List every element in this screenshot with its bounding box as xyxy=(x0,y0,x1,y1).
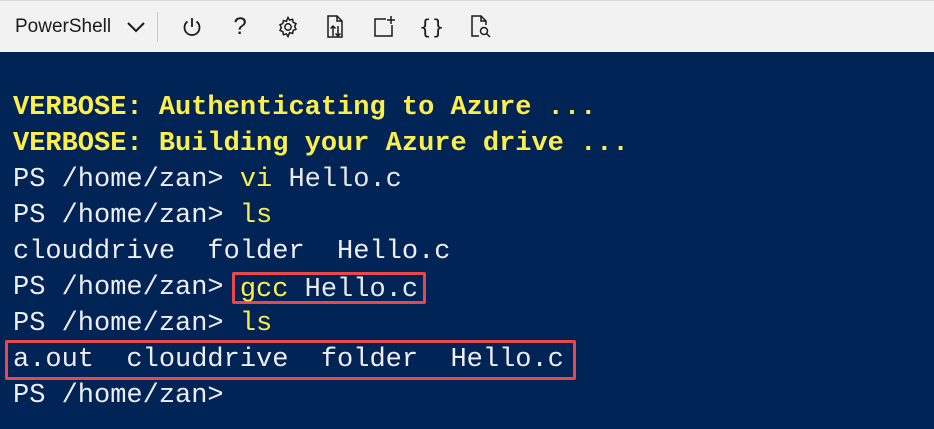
help-button[interactable]: ? xyxy=(216,5,264,49)
web-preview-button[interactable] xyxy=(456,5,504,49)
chevron-down-icon xyxy=(125,16,147,38)
toolbar-separator xyxy=(157,11,159,42)
command-name: vi xyxy=(239,165,273,195)
web-preview-icon xyxy=(468,14,492,40)
new-session-button[interactable] xyxy=(360,5,408,49)
output-line: a.out clouddrive folder Hello.c xyxy=(5,340,934,380)
verbose-line: VERBOSE: Building your Azure drive ... xyxy=(13,129,629,159)
settings-button[interactable] xyxy=(264,5,312,49)
power-icon xyxy=(181,16,203,38)
verbose-line: VERBOSE: Authenticating to Azure ... xyxy=(13,93,597,123)
shell-type-dropdown[interactable]: PowerShell xyxy=(0,1,153,52)
terminal-output[interactable]: VERBOSE: Authenticating to Azure ... VER… xyxy=(0,52,934,429)
output-line: clouddrive folder Hello.c xyxy=(13,237,451,267)
prompt: PS /home/zan> xyxy=(13,201,240,231)
command-name: ls xyxy=(239,309,273,339)
command-argument: Hello.c xyxy=(288,275,419,305)
command-line: PS /home/zan> ls xyxy=(13,198,934,234)
command-name: gcc xyxy=(239,275,289,305)
upload-download-icon xyxy=(324,14,348,40)
prompt: PS /home/zan> xyxy=(13,273,240,303)
prompt: PS /home/zan> xyxy=(13,165,240,195)
cloud-shell-toolbar: PowerShell ? {} xyxy=(0,0,934,52)
prompt: PS /home/zan> xyxy=(13,309,240,339)
command-line: PS /home/zan> vi Hello.c xyxy=(13,162,934,198)
command-line: PS /home/zan> ls xyxy=(13,306,934,342)
current-prompt[interactable]: PS /home/zan> xyxy=(13,378,934,414)
help-icon: ? xyxy=(233,12,247,40)
command-name: ls xyxy=(239,201,273,231)
upload-download-button[interactable] xyxy=(312,5,360,49)
command-line: PS /home/zan> gcc Hello.c xyxy=(13,270,934,306)
restart-button[interactable] xyxy=(168,5,216,49)
gear-icon xyxy=(276,15,300,39)
new-session-icon xyxy=(372,15,396,39)
gcc-command-highlight: gcc Hello.c xyxy=(231,272,427,305)
editor-button[interactable]: {} xyxy=(408,5,456,49)
braces-icon: {} xyxy=(419,14,446,39)
command-argument: Hello.c xyxy=(272,165,402,195)
shell-type-label: PowerShell xyxy=(15,15,112,37)
output-highlight: a.out clouddrive folder Hello.c xyxy=(5,340,576,380)
